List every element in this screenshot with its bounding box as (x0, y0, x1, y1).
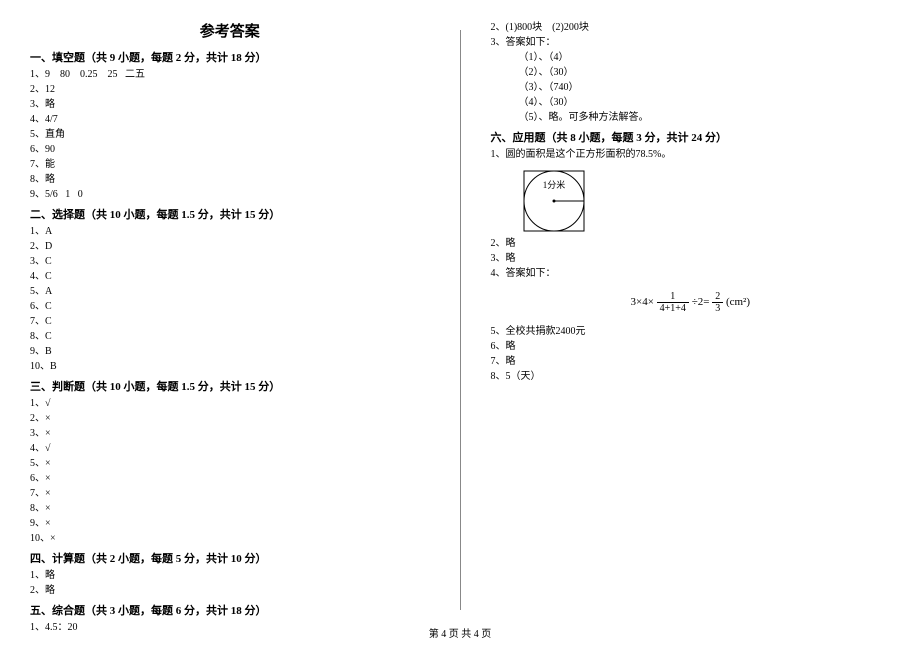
diagram-label: 1分米 (542, 179, 565, 190)
r-top-indent: （1）、（4） (491, 50, 891, 65)
formula-suffix: (cm²) (726, 296, 750, 308)
frac2-num: 2 (712, 291, 723, 303)
s1-item: 2、12 (30, 82, 430, 97)
s4-item: 2、略 (30, 583, 430, 598)
s1-item: 1、9 80 0.25 25 二五 (30, 67, 430, 82)
s1-item: 6、90 (30, 142, 430, 157)
fraction-1: 1 4+1+4 (657, 291, 689, 314)
s1-item: 9、5/6 1 0 (30, 187, 430, 202)
s6-line1: 1、圆的面积是这个正方形面积的78.5%。 (491, 147, 891, 162)
r-top-indent: （4）、（30） (491, 95, 891, 110)
s2-item: 7、C (30, 314, 430, 329)
circle-square-diagram: 1分米 (519, 166, 891, 232)
frac1-num: 1 (657, 291, 689, 303)
section-5-head: 五、综合题（共 3 小题，每题 6 分，共计 18 分） (30, 602, 430, 618)
r-top-indent: （3）、（740） (491, 80, 891, 95)
s1-item: 8、略 (30, 172, 430, 187)
s6-after2: 5、全校共捐款2400元 (491, 324, 891, 339)
s2-item: 10、B (30, 359, 430, 374)
r-top-indent: （5）、略。可多种方法解答。 (491, 110, 891, 125)
formula-mid: ÷2= (692, 296, 710, 308)
section-2-head: 二、选择题（共 10 小题，每题 1.5 分，共计 15 分） (30, 206, 430, 222)
s3-item: 9、× (30, 516, 430, 531)
page-title: 参考答案 (30, 20, 430, 41)
s3-item: 1、√ (30, 396, 430, 411)
s1-item: 3、略 (30, 97, 430, 112)
section-4-head: 四、计算题（共 2 小题，每题 5 分，共计 10 分） (30, 550, 430, 566)
s3-item: 6、× (30, 471, 430, 486)
s3-item: 8、× (30, 501, 430, 516)
s4-item: 1、略 (30, 568, 430, 583)
s3-item: 3、× (30, 426, 430, 441)
page: 参考答案 一、填空题（共 9 小题，每题 2 分，共计 18 分） 1、9 80… (0, 0, 920, 635)
page-footer: 第 4 页 共 4 页 (0, 625, 920, 640)
s3-item: 7、× (30, 486, 430, 501)
s1-item: 4、4/7 (30, 112, 430, 127)
section-6-head: 六、应用题（共 8 小题，每题 3 分，共计 24 分） (491, 129, 891, 145)
section-3-head: 三、判断题（共 10 小题，每题 1.5 分，共计 15 分） (30, 378, 430, 394)
right-column: 2、(1)800块 (2)200块 3、答案如下： （1）、（4） （2）、（3… (491, 20, 891, 635)
s6-after2: 8、5（天） (491, 369, 891, 384)
frac1-den: 4+1+4 (657, 303, 689, 314)
s3-item: 5、× (30, 456, 430, 471)
s2-item: 3、C (30, 254, 430, 269)
s2-item: 4、C (30, 269, 430, 284)
s2-item: 2、D (30, 239, 430, 254)
column-divider (460, 30, 461, 610)
r-top-line: 2、(1)800块 (2)200块 (491, 20, 891, 35)
left-column: 参考答案 一、填空题（共 9 小题，每题 2 分，共计 18 分） 1、9 80… (30, 20, 430, 635)
s2-item: 5、A (30, 284, 430, 299)
s1-item: 7、能 (30, 157, 430, 172)
r-top-indent: （2）、（30） (491, 65, 891, 80)
section-1-head: 一、填空题（共 9 小题，每题 2 分，共计 18 分） (30, 49, 430, 65)
s6-after2: 7、略 (491, 354, 891, 369)
s3-item: 4、√ (30, 441, 430, 456)
s2-item: 6、C (30, 299, 430, 314)
s2-item: 1、A (30, 224, 430, 239)
r-top-line: 3、答案如下： (491, 35, 891, 50)
formula-prefix: 3×4× (630, 296, 653, 308)
formula: 3×4× 1 4+1+4 ÷2= 2 3 (cm²) (491, 291, 891, 314)
s6-after1: 2、略 (491, 236, 891, 251)
frac2-den: 3 (712, 303, 723, 314)
s2-item: 9、B (30, 344, 430, 359)
s1-item: 5、直角 (30, 127, 430, 142)
diagram-svg: 1分米 (519, 166, 589, 232)
s3-item: 10、× (30, 531, 430, 546)
s2-item: 8、C (30, 329, 430, 344)
s3-item: 2、× (30, 411, 430, 426)
fraction-2: 2 3 (712, 291, 723, 314)
s6-after1: 4、答案如下： (491, 266, 891, 281)
s6-after2: 6、略 (491, 339, 891, 354)
s6-after1: 3、略 (491, 251, 891, 266)
